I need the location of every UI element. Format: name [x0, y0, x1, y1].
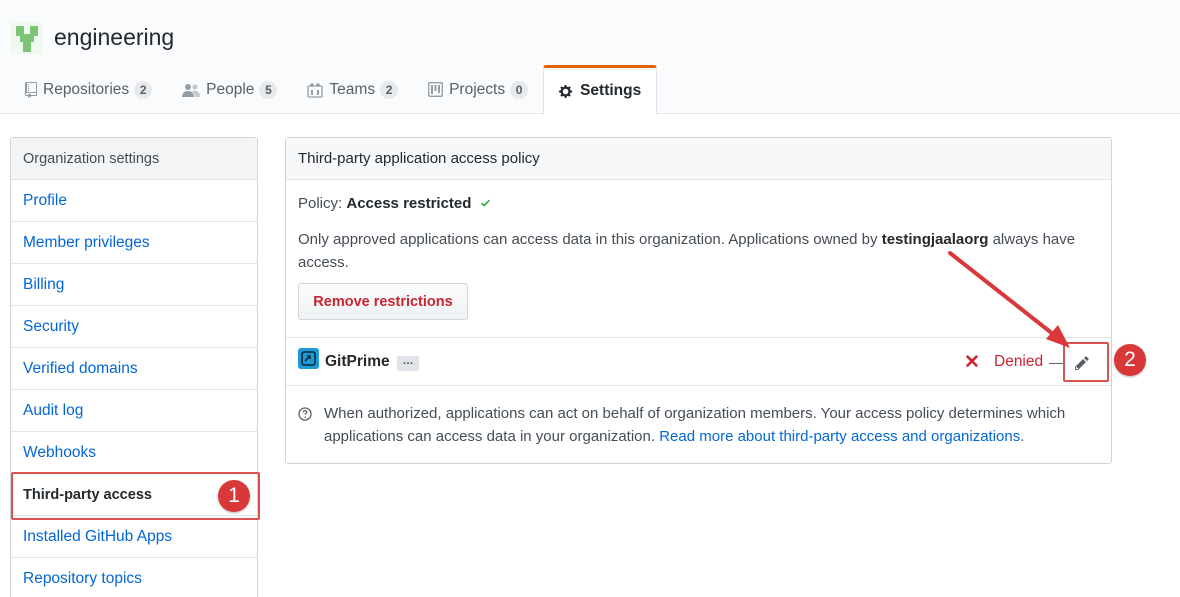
tab-counter: 5	[259, 80, 278, 99]
sidebar-heading: Organization settings	[11, 138, 257, 180]
sidebar-item-audit-log[interactable]: Audit log	[11, 390, 257, 432]
policy-label: Policy:	[298, 195, 343, 212]
sidebar-item-repository-topics[interactable]: Repository topics	[11, 558, 257, 597]
gear-icon	[559, 84, 574, 99]
help-period: .	[1020, 428, 1025, 445]
tab-label: Repositories	[43, 80, 130, 98]
tab-settings[interactable]: Settings	[543, 65, 658, 115]
tab-counter: 2	[380, 80, 399, 99]
repo-icon	[25, 81, 37, 98]
app-row-gitprime: GitPrime … ✕ Denied	[286, 337, 1111, 386]
app-name[interactable]: GitPrime	[325, 353, 390, 371]
sidebar-item-profile[interactable]: Profile	[11, 180, 257, 222]
org-name[interactable]: engineering	[54, 24, 174, 51]
check-icon	[479, 195, 492, 212]
sidebar-item-security[interactable]: Security	[11, 306, 257, 348]
sidebar-item-verified-domains[interactable]: Verified domains	[11, 348, 257, 390]
policy-description: Only approved applications can access da…	[298, 228, 1098, 274]
org-avatar[interactable]	[11, 22, 43, 54]
gitprime-app-icon	[298, 348, 319, 369]
sidebar-item-installed-github-apps[interactable]: Installed GitHub Apps	[11, 516, 257, 558]
annotation-badge-2: 2	[1114, 344, 1146, 376]
access-policy-box: Third-party application access policy Po…	[285, 137, 1112, 464]
desc-text: Only approved applications can access da…	[298, 231, 882, 248]
sidebar-item-billing[interactable]: Billing	[11, 264, 257, 306]
remove-restrictions-button[interactable]: Remove restrictions	[298, 283, 468, 320]
tab-counter: 2	[134, 80, 153, 99]
tab-projects[interactable]: Projects 0	[413, 65, 543, 114]
policy-value: Access restricted	[346, 195, 472, 212]
app-status: Denied	[994, 353, 1044, 370]
tab-teams[interactable]: Teams 2	[292, 65, 413, 114]
annotation-highlight-pencil	[1063, 342, 1109, 382]
tab-counter: 0	[510, 80, 529, 99]
tab-label: People	[206, 80, 255, 98]
teams-icon	[307, 82, 324, 98]
tab-label: Teams	[329, 80, 376, 98]
denied-x-icon: ✕	[964, 352, 980, 373]
question-icon	[298, 407, 312, 424]
box-title: Third-party application access policy	[286, 138, 1111, 180]
settings-sidebar: Organization settings Profile Member pri…	[10, 137, 258, 597]
tab-people[interactable]: People 5	[167, 65, 292, 114]
policy-status: Policy: Access restricted	[298, 195, 492, 212]
tab-repositories[interactable]: Repositories 2	[10, 65, 167, 114]
annotation-badge-1: 1	[218, 480, 250, 512]
sidebar-item-webhooks[interactable]: Webhooks	[11, 432, 257, 474]
org-tabs: Repositories 2 People 5 Teams 2 Projects…	[10, 65, 658, 115]
people-icon	[182, 83, 201, 97]
read-more-link[interactable]: Read more about third-party access and o…	[659, 428, 1020, 445]
tab-label: Projects	[449, 80, 506, 98]
org-header: engineering Repositories 2 People 5 Team…	[0, 0, 1180, 115]
help-text: When authorized, applications can act on…	[324, 402, 1104, 448]
project-icon	[428, 82, 444, 97]
app-details-ellipsis[interactable]: …	[397, 356, 419, 371]
owner-org-name: testingjaalaorg	[881, 231, 989, 248]
sidebar-item-member-privileges[interactable]: Member privileges	[11, 222, 257, 264]
tab-label: Settings	[580, 82, 642, 99]
